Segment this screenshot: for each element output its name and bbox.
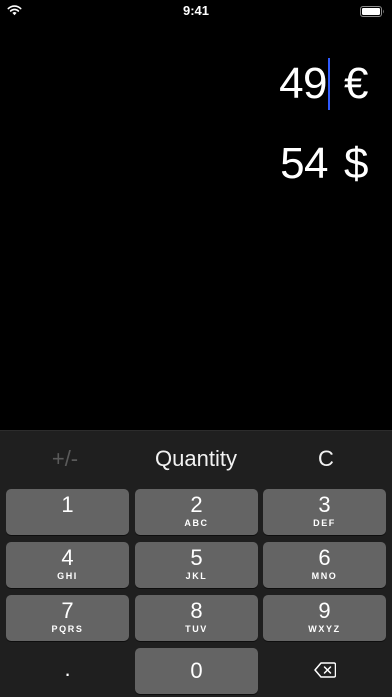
key-0[interactable]: 0	[135, 648, 258, 694]
key-digit: 8	[190, 598, 203, 623]
key-7[interactable]: 7 PQRS	[6, 595, 129, 641]
key-digit: 9	[318, 598, 331, 623]
primary-amount-value: 49	[279, 59, 328, 108]
key-letters: ABC	[184, 518, 209, 528]
key-9[interactable]: 9 WXYZ	[263, 595, 386, 641]
text-cursor	[328, 58, 331, 110]
key-digit: 3	[318, 492, 331, 517]
key-digit: 6	[318, 545, 331, 570]
key-digit: 2	[190, 492, 203, 517]
keyboard-toolbar: +/- Quantity C	[0, 431, 392, 487]
key-3[interactable]: 3 DEF	[263, 489, 386, 535]
secondary-currency-symbol[interactable]: $	[344, 139, 368, 189]
key-letters: TUV	[185, 624, 208, 634]
key-digit: .	[64, 656, 71, 681]
key-digit: 0	[190, 658, 203, 683]
key-digit: 7	[61, 598, 74, 623]
key-letters: GHI	[57, 571, 78, 581]
quantity-button[interactable]: Quantity	[131, 431, 261, 487]
secondary-amount-field[interactable]: 54 $	[280, 136, 368, 192]
status-time: 9:41	[182, 3, 210, 18]
status-bar: 9:41	[0, 0, 392, 22]
decimal-key[interactable]: .	[6, 648, 129, 694]
primary-amount-field[interactable]: 49 €	[279, 56, 368, 112]
toggle-sign-button[interactable]: +/-	[0, 431, 130, 487]
key-6[interactable]: 6 MNO	[263, 542, 386, 588]
key-letters: MNO	[311, 571, 338, 581]
primary-currency-symbol[interactable]: €	[344, 59, 368, 109]
secondary-amount-value: 54	[280, 139, 329, 188]
backspace-key[interactable]	[263, 648, 386, 694]
key-5[interactable]: 5 JKL	[135, 542, 258, 588]
key-letters: WXYZ	[308, 624, 341, 634]
key-2[interactable]: 2 ABC	[135, 489, 258, 535]
key-digit: 4	[61, 545, 74, 570]
key-letters: JKL	[185, 571, 208, 581]
key-8[interactable]: 8 TUV	[135, 595, 258, 641]
numeric-keyboard: +/- Quantity C 1 2 ABC 3 DEF 4 GHI 5 JKL…	[0, 430, 392, 697]
battery-icon	[360, 6, 384, 17]
backspace-icon	[314, 662, 336, 678]
key-digit: 1	[61, 492, 74, 517]
key-letters: PQRS	[51, 624, 84, 634]
key-4[interactable]: 4 GHI	[6, 542, 129, 588]
clear-button[interactable]: C	[261, 431, 391, 487]
key-digit: 5	[190, 545, 203, 570]
key-letters: DEF	[313, 518, 336, 528]
key-1[interactable]: 1	[6, 489, 129, 535]
